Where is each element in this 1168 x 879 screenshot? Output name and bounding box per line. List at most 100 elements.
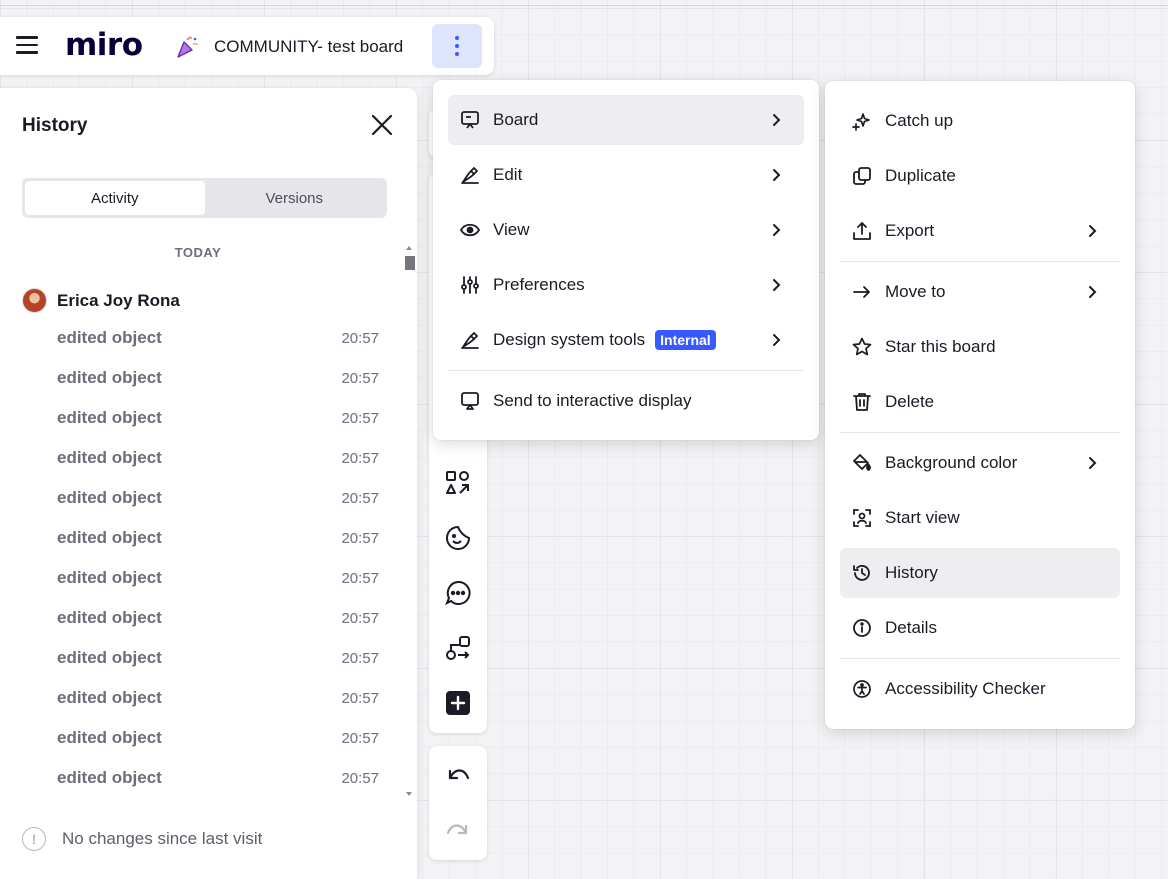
board-icon: [460, 110, 480, 130]
tab-activity[interactable]: Activity: [25, 181, 205, 215]
activity-text: edited object: [57, 488, 162, 507]
activity-list: edited object 20:57 edited object 20:57 ed…: [57, 328, 379, 808]
history-icon: [852, 563, 872, 583]
activity-user-row: Erica Joy Rona: [22, 288, 180, 313]
menu-item-send-to-display[interactable]: Send to interactive display: [448, 376, 804, 426]
close-icon[interactable]: [370, 113, 394, 137]
menu-item-label: Export: [885, 221, 935, 240]
list-item[interactable]: edited object 20:57: [57, 328, 379, 368]
activity-time: 20:57: [341, 330, 379, 347]
menu-divider: [840, 261, 1120, 262]
activity-time: 20:57: [341, 690, 379, 707]
start-view-icon: [852, 508, 872, 528]
menu-item-label: Preferences: [493, 275, 585, 294]
list-item[interactable]: edited object 20:57: [57, 448, 379, 488]
no-changes-text: No changes since last visit: [62, 829, 263, 848]
sticker-icon[interactable]: [445, 525, 471, 551]
menu-item-design-system-tools[interactable]: Design system tools Internal: [448, 315, 804, 365]
list-item[interactable]: edited object 20:57: [57, 528, 379, 568]
menu-item-delete[interactable]: Delete: [840, 377, 1120, 427]
activity-text: edited object: [57, 448, 162, 467]
menu-item-label: Move to: [885, 282, 946, 301]
paint-bucket-icon: [852, 453, 872, 473]
sliders-icon: [460, 275, 480, 295]
list-item[interactable]: edited object 20:57: [57, 728, 379, 768]
menu-item-duplicate[interactable]: Duplicate: [840, 151, 1120, 201]
scroll-thumb[interactable]: [405, 256, 415, 270]
star-icon: [852, 337, 872, 357]
menu-item-edit[interactable]: Edit: [448, 150, 804, 200]
user-name: Erica Joy Rona: [57, 290, 180, 310]
exclamation-icon: !: [22, 827, 46, 851]
activity-time: 20:57: [341, 570, 379, 587]
menu-item-start-view[interactable]: Start view: [840, 493, 1120, 543]
menu-item-accessibility-checker[interactable]: Accessibility Checker: [840, 664, 1120, 714]
menu-item-label: Background color: [885, 453, 1018, 472]
list-item[interactable]: edited object 20:57: [57, 368, 379, 408]
shapes-icon[interactable]: [445, 470, 471, 496]
menu-item-catch-up[interactable]: Catch up: [840, 96, 1120, 146]
sparkle-icon: [852, 111, 872, 131]
chevron-right-icon: [772, 223, 782, 237]
menu-item-label: Accessibility Checker: [885, 679, 1046, 698]
list-item[interactable]: edited object 20:57: [57, 648, 379, 688]
board-submenu: Catch up Duplicate Export Move to Star t…: [825, 81, 1135, 729]
comment-icon[interactable]: [445, 580, 471, 606]
menu-item-background-color[interactable]: Background color: [840, 438, 1120, 488]
scroll-down-arrow-icon[interactable]: [406, 792, 412, 796]
trash-icon: [852, 392, 872, 412]
tab-versions[interactable]: Versions: [205, 181, 385, 215]
menu-divider: [840, 658, 1120, 659]
menu-item-label: Design system tools: [493, 330, 646, 349]
activity-text: edited object: [57, 648, 162, 667]
activity-text: edited object: [57, 728, 162, 747]
list-item[interactable]: edited object 20:57: [57, 768, 379, 808]
plus-square-icon[interactable]: [445, 690, 471, 716]
display-icon: [460, 391, 480, 411]
board-options-button[interactable]: [432, 24, 482, 68]
menu-item-star-board[interactable]: Star this board: [840, 322, 1120, 372]
eye-icon: [460, 220, 480, 240]
menu-item-preferences[interactable]: Preferences: [448, 260, 804, 310]
menu-item-details[interactable]: Details: [840, 603, 1120, 653]
activity-time: 20:57: [341, 490, 379, 507]
pen-icon: [460, 165, 480, 185]
flow-icon[interactable]: [445, 635, 471, 661]
chevron-right-icon: [772, 333, 782, 347]
menu-item-export[interactable]: Export: [840, 206, 1120, 256]
activity-time: 20:57: [341, 730, 379, 747]
redo-icon[interactable]: [445, 817, 471, 843]
internal-badge: Internal: [655, 330, 716, 350]
menu-item-move-to[interactable]: Move to: [840, 267, 1120, 317]
menu-item-label: Catch up: [885, 111, 954, 130]
menu-item-label: View: [493, 220, 530, 239]
menu-divider: [840, 432, 1120, 433]
scroll-up-arrow-icon[interactable]: [406, 246, 412, 250]
list-item[interactable]: edited object 20:57: [57, 488, 379, 528]
chevron-right-icon: [772, 113, 782, 127]
list-item[interactable]: edited object 20:57: [57, 408, 379, 448]
party-popper-icon: [174, 34, 200, 60]
activity-time: 20:57: [341, 370, 379, 387]
activity-time: 20:57: [341, 650, 379, 667]
board-title[interactable]: COMMUNITY- test board: [214, 37, 403, 57]
activity-text: edited object: [57, 568, 162, 587]
list-item[interactable]: edited object 20:57: [57, 688, 379, 728]
undo-icon[interactable]: [445, 762, 471, 788]
avatar: [22, 288, 47, 313]
list-item[interactable]: edited object 20:57: [57, 608, 379, 648]
top-bar: miro COMMUNITY- test board: [0, 17, 494, 75]
activity-time: 20:57: [341, 450, 379, 467]
activity-text: edited object: [57, 608, 162, 627]
miro-logo[interactable]: miro: [65, 27, 143, 63]
chevron-right-icon: [772, 168, 782, 182]
menu-item-label: Details: [885, 618, 937, 637]
menu-item-view[interactable]: View: [448, 205, 804, 255]
activity-time: 20:57: [341, 530, 379, 547]
list-item[interactable]: edited object 20:57: [57, 568, 379, 608]
menu-item-board[interactable]: Board: [448, 95, 804, 145]
history-scrollbar[interactable]: [403, 246, 415, 796]
main-menu-icon[interactable]: [16, 36, 38, 56]
menu-divider: [448, 370, 804, 371]
menu-item-history[interactable]: History: [840, 548, 1120, 598]
